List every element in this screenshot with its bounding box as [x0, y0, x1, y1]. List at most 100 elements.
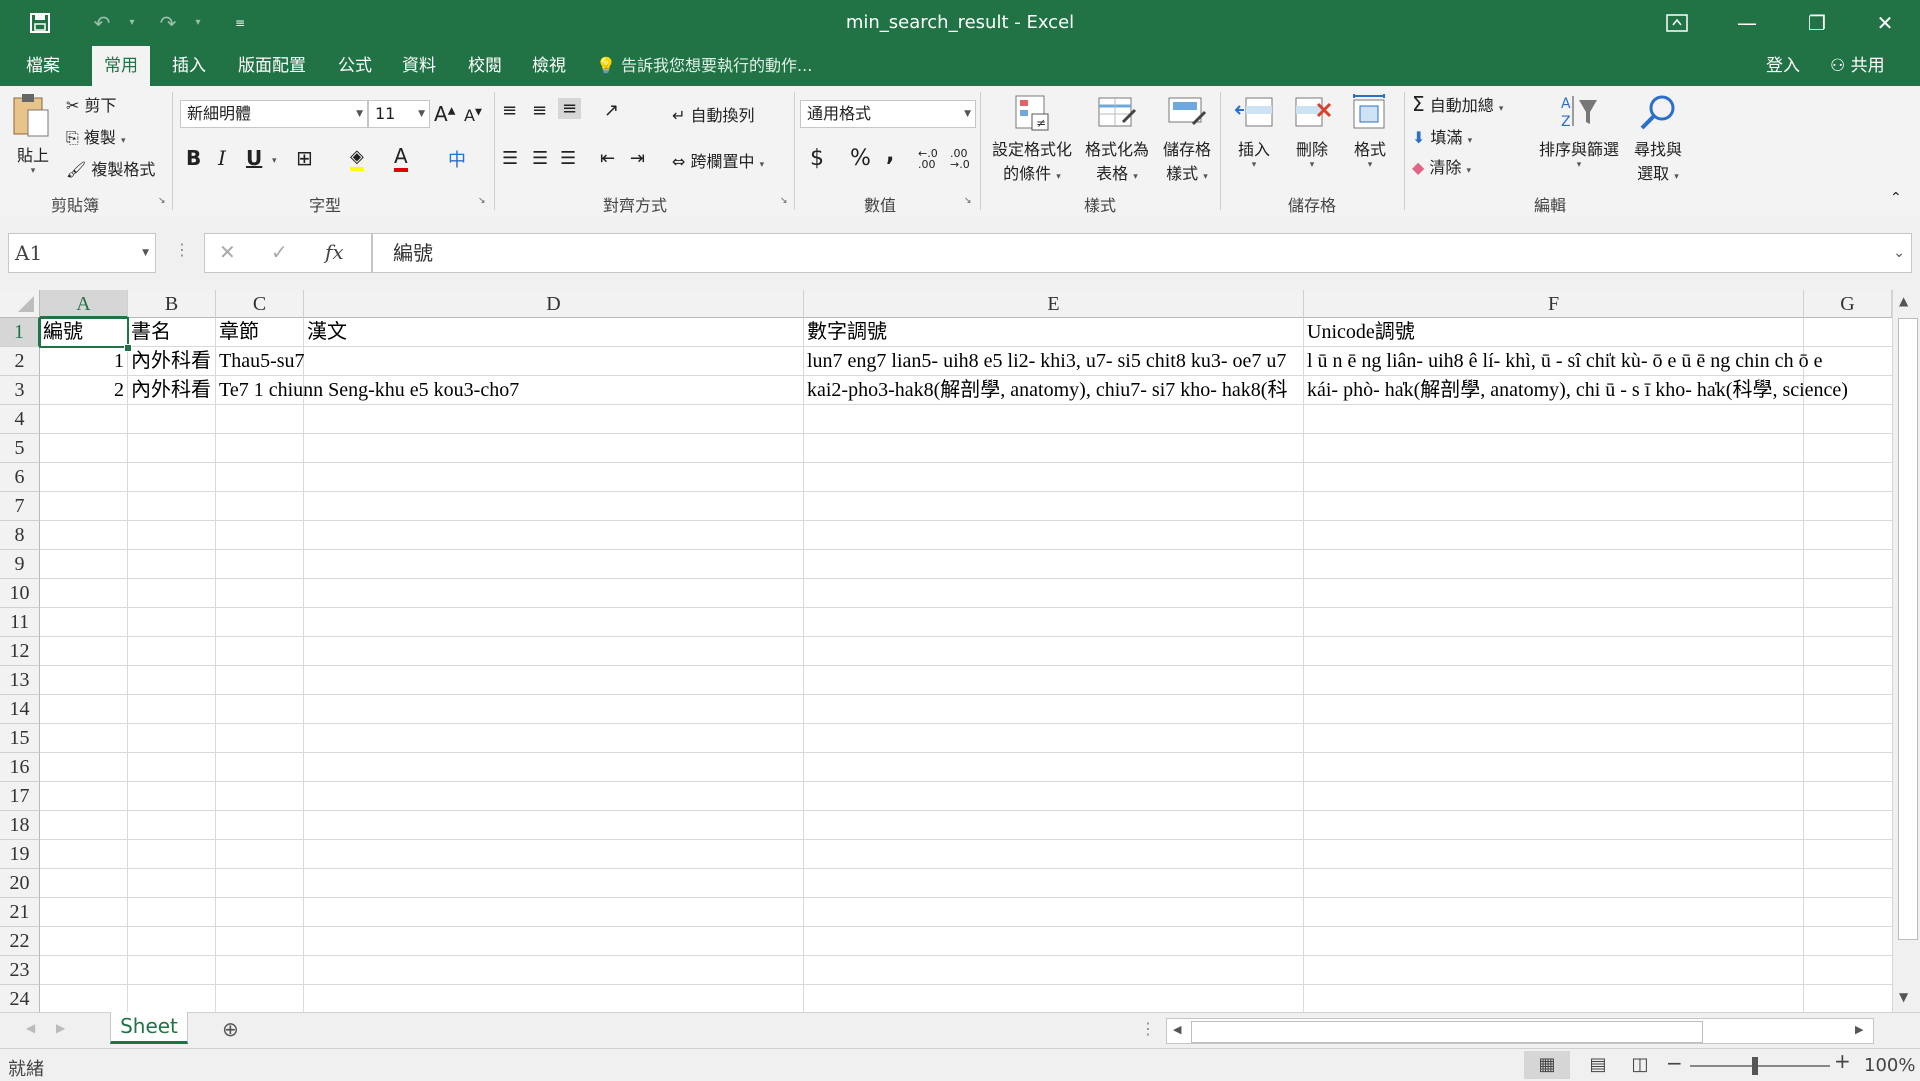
sheet-tab-sheet[interactable]: Sheet [110, 1012, 188, 1044]
font-launcher-icon[interactable]: ↘ [478, 196, 486, 206]
cell-f2[interactable]: l ū n ē ng liân- uih8 ê lí- khì, ū - sî … [1304, 347, 1892, 376]
row-header[interactable]: 20 [0, 869, 40, 898]
format-painter-button[interactable]: 🖌 複製格式 [66, 156, 155, 180]
merge-center-button[interactable]: ⇔ 跨欄置中 ▾ [672, 148, 764, 172]
increase-indent-icon[interactable]: ⇥ [630, 148, 645, 169]
row-header[interactable]: 15 [0, 724, 40, 753]
row-header[interactable]: 13 [0, 666, 40, 695]
currency-button[interactable]: $ [810, 146, 824, 171]
cell-styles-button[interactable]: 儲存格 樣式 ▾ [1156, 92, 1218, 184]
cell-f3[interactable]: kái- phò- ha̍k(解剖學, anatomy), chi ū - s … [1304, 376, 1892, 405]
fill-color-icon[interactable]: ◈ [350, 146, 364, 171]
zoom-slider[interactable] [1690, 1065, 1830, 1067]
row-header[interactable]: 16 [0, 753, 40, 782]
cancel-icon[interactable]: ✕ [219, 240, 236, 264]
expand-formula-icon[interactable]: ⌄ [1893, 234, 1905, 272]
row-header[interactable]: 17 [0, 782, 40, 811]
cell-e2[interactable]: lun7 eng7 lian5- uih8 e5 li2- khi3, u7- … [804, 347, 1304, 376]
collapse-ribbon-icon[interactable]: ⌃ [1890, 190, 1902, 206]
clear-button[interactable]: ◆ 清除 ▾ [1412, 154, 1471, 178]
cell-e1[interactable]: 數字調號 [804, 318, 1304, 347]
underline-dropdown-icon[interactable]: ▾ [272, 156, 277, 166]
italic-button[interactable]: I [218, 146, 226, 170]
column-header-f[interactable]: F [1304, 290, 1804, 318]
scroll-right-icon[interactable]: ▶ [1855, 1023, 1863, 1036]
middle-align-icon[interactable]: ≡ [532, 100, 547, 121]
number-launcher-icon[interactable]: ↘ [964, 196, 972, 206]
borders-icon[interactable]: ⊞ [296, 146, 313, 170]
number-format-select[interactable]: 通用格式 ▼ [800, 100, 976, 128]
clipboard-launcher-icon[interactable]: ↘ [158, 196, 166, 206]
conditional-formatting-button[interactable]: ≠ 設定格式化 的條件 ▾ [986, 92, 1078, 184]
shrink-font-icon[interactable]: A▼ [464, 106, 482, 125]
percent-button[interactable]: % [850, 146, 871, 171]
zoom-in-icon[interactable]: + [1834, 1049, 1851, 1073]
page-layout-view-icon[interactable]: ▤ [1578, 1051, 1618, 1079]
insert-function-icon[interactable]: fx [325, 240, 344, 264]
fill-button[interactable]: ⬇ 填滿 ▾ [1412, 124, 1472, 148]
column-header-a[interactable]: A [40, 290, 128, 318]
horizontal-scrollbar[interactable]: ◀ ▶ [1166, 1018, 1874, 1044]
tab-review[interactable]: 校閱 [456, 46, 514, 86]
cell-d1[interactable]: 漢文 [304, 318, 804, 347]
zoom-level[interactable]: 100% [1864, 1055, 1915, 1076]
cell-c2[interactable]: Thau5-su7 [216, 347, 516, 376]
font-color-icon[interactable]: A [394, 144, 408, 172]
phonetic-icon[interactable]: 中 [448, 146, 466, 172]
bold-button[interactable]: B [186, 146, 201, 170]
row-header[interactable]: 14 [0, 695, 40, 724]
share-button[interactable]: ⚇ 共用 [1818, 46, 1897, 86]
row-header[interactable]: 19 [0, 840, 40, 869]
align-left-icon[interactable]: ☰ [502, 148, 518, 169]
row-header[interactable]: 5 [0, 434, 40, 463]
cell-a2[interactable]: 1 [40, 347, 128, 376]
row-header[interactable]: 11 [0, 608, 40, 637]
top-align-icon[interactable]: ≡ [502, 100, 517, 121]
zoom-out-icon[interactable]: − [1666, 1051, 1683, 1075]
find-select-button[interactable]: 尋找與 選取 ▾ [1628, 92, 1688, 184]
tell-me-box[interactable]: 💡 告訴我您想要執行的動作... [596, 46, 812, 86]
font-name-select[interactable]: 新細明體 ▼ [180, 100, 368, 128]
row-header[interactable]: 12 [0, 637, 40, 666]
horizontal-scroll-thumb[interactable] [1191, 1021, 1703, 1043]
column-header-c[interactable]: C [216, 290, 304, 318]
align-right-icon[interactable]: ☰ [560, 148, 576, 169]
column-header-e[interactable]: E [804, 290, 1304, 318]
bottom-align-icon[interactable]: ≡ [558, 98, 582, 119]
cell-c1[interactable]: 章節 [216, 318, 304, 347]
fill-handle[interactable] [124, 344, 132, 352]
page-break-view-icon[interactable]: ◫ [1620, 1051, 1660, 1079]
row-header[interactable]: 6 [0, 463, 40, 492]
autosum-button[interactable]: Σ 自動加總 ▾ [1412, 92, 1503, 116]
row-header[interactable]: 18 [0, 811, 40, 840]
row-header[interactable]: 3 [0, 376, 40, 405]
scroll-down-icon[interactable]: ▼ [1899, 990, 1908, 1004]
tab-home[interactable]: 常用 [92, 46, 150, 86]
cell-b1[interactable]: 書名 [128, 318, 216, 347]
enter-icon[interactable]: ✓ [271, 240, 288, 264]
alignment-launcher-icon[interactable]: ↘ [780, 196, 788, 206]
row-header[interactable]: 4 [0, 405, 40, 434]
next-sheet-icon[interactable]: ▶ [56, 1021, 65, 1035]
tab-view[interactable]: 檢視 [520, 46, 578, 86]
prev-sheet-icon[interactable]: ◀ [26, 1021, 35, 1035]
scroll-left-icon[interactable]: ◀ [1173, 1023, 1181, 1036]
ribbon-display-icon[interactable] [1644, 0, 1710, 46]
cut-button[interactable]: ✂ 剪下 [66, 92, 117, 116]
row-header[interactable]: 23 [0, 956, 40, 985]
insert-cells-button[interactable]: 插入 ▾ [1228, 92, 1280, 170]
select-all-button[interactable] [0, 290, 40, 318]
tab-insert[interactable]: 插入 [160, 46, 218, 86]
scroll-up-icon[interactable]: ▲ [1899, 294, 1908, 308]
underline-button[interactable]: U [246, 146, 262, 170]
tab-file[interactable]: 檔案 [14, 46, 72, 86]
vertical-scroll-thumb[interactable] [1898, 318, 1918, 940]
cell-a3[interactable]: 2 [40, 376, 128, 405]
tab-formulas[interactable]: 公式 [326, 46, 384, 86]
decrease-indent-icon[interactable]: ⇤ [600, 148, 615, 169]
cell-c3[interactable]: Te7 1 chiunn Seng-khu e5 kou3-cho7 [216, 376, 716, 405]
format-as-table-button[interactable]: 格式化為 表格 ▾ [1080, 92, 1154, 184]
column-header-d[interactable]: D [304, 290, 804, 318]
sort-filter-button[interactable]: AZ 排序與篩選 ▾ [1532, 92, 1626, 170]
font-size-select[interactable]: 11 ▼ [368, 100, 430, 128]
